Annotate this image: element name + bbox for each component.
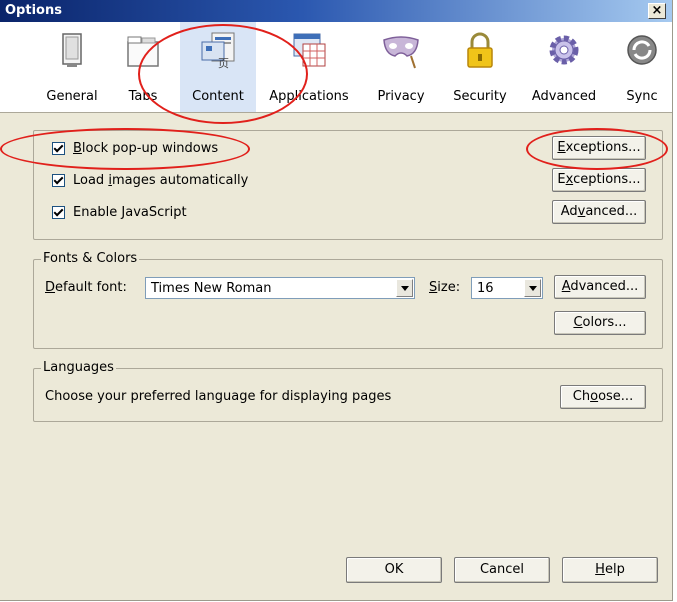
close-button[interactable]: × [648, 3, 666, 19]
tab-tabs-label: Tabs [128, 89, 158, 104]
help-button[interactable]: Help [562, 557, 658, 583]
images-exceptions-button[interactable]: Exceptions... [552, 168, 646, 192]
tab-general-label: General [46, 89, 98, 104]
tab-content[interactable]: 页 Content [180, 22, 256, 112]
languages-group: Languages Choose your preferred language… [33, 360, 663, 422]
default-font-label: Default font: [45, 280, 127, 295]
js-advanced-button[interactable]: Advanced... [552, 200, 646, 224]
tab-security[interactable]: Security [444, 22, 516, 112]
fonts-colors-legend: Fonts & Colors [41, 251, 140, 266]
sync-icon [627, 35, 657, 65]
colors-button[interactable]: Colors... [554, 311, 646, 335]
default-font-select[interactable]: Times New Roman [145, 277, 415, 299]
tab-general[interactable]: General [38, 22, 106, 112]
security-icon [467, 32, 493, 68]
applications-icon [293, 33, 326, 67]
title-bar[interactable]: Options × [0, 0, 672, 22]
chevron-down-icon[interactable] [396, 279, 413, 297]
chevron-down-icon[interactable] [524, 279, 541, 297]
popup-images-group: Block pop-up windows Load images automat… [33, 130, 663, 240]
load-images-row[interactable]: Load images automatically [52, 171, 248, 189]
load-images-label: Load images automatically [73, 172, 249, 188]
languages-description: Choose your preferred language for displ… [45, 389, 392, 404]
tab-applications[interactable]: Applications [264, 22, 354, 112]
content-pane: Block pop-up windows Load images automat… [0, 113, 672, 600]
tab-privacy[interactable]: Privacy [366, 22, 436, 112]
tab-tabs[interactable]: Tabs [114, 22, 172, 112]
font-size-value: 16 [477, 281, 494, 296]
content-icon: 页 [201, 32, 235, 70]
tab-security-label: Security [453, 89, 507, 104]
tabs-icon [127, 36, 159, 67]
cancel-button[interactable]: Cancel [454, 557, 550, 583]
font-size-select[interactable]: 16 [471, 277, 543, 299]
ok-button[interactable]: OK [346, 557, 442, 583]
tab-privacy-label: Privacy [377, 89, 425, 104]
tab-advanced[interactable]: Advanced [524, 22, 604, 112]
block-popups-label: Block pop-up windows [73, 140, 219, 156]
general-icon [62, 33, 82, 67]
svg-text:页: 页 [218, 57, 229, 70]
tab-sync-label: Sync [626, 89, 658, 104]
pane-toolbar: General Tabs 页 Content Applications Priv… [0, 22, 672, 113]
enable-js-row[interactable]: Enable JavaScript [52, 203, 187, 221]
advanced-icon [549, 35, 579, 65]
choose-language-button[interactable]: Choose... [560, 385, 646, 409]
block-popups-row[interactable]: Block pop-up windows [52, 139, 218, 157]
languages-legend: Languages [41, 360, 116, 375]
tab-sync[interactable]: Sync [612, 22, 672, 112]
tab-advanced-label: Advanced [531, 89, 597, 104]
enable-js-checkbox[interactable] [52, 205, 65, 219]
block-popups-checkbox[interactable] [52, 141, 65, 155]
tab-applications-label: Applications [269, 89, 349, 104]
load-images-checkbox[interactable] [52, 173, 65, 187]
privacy-icon [383, 36, 419, 69]
window-title: Options [5, 3, 62, 18]
popup-exceptions-button[interactable]: Exceptions... [552, 136, 646, 160]
fonts-advanced-button[interactable]: Advanced... [554, 275, 646, 299]
options-dialog: Options × General Tabs 页 Content Applica… [0, 0, 673, 601]
enable-js-label: Enable JavaScript [73, 204, 187, 220]
fonts-colors-group: Fonts & Colors Default font: Times New R… [33, 251, 663, 349]
tab-content-label: Content [192, 89, 244, 104]
default-font-value: Times New Roman [151, 281, 272, 296]
size-label: Size: [429, 280, 461, 295]
